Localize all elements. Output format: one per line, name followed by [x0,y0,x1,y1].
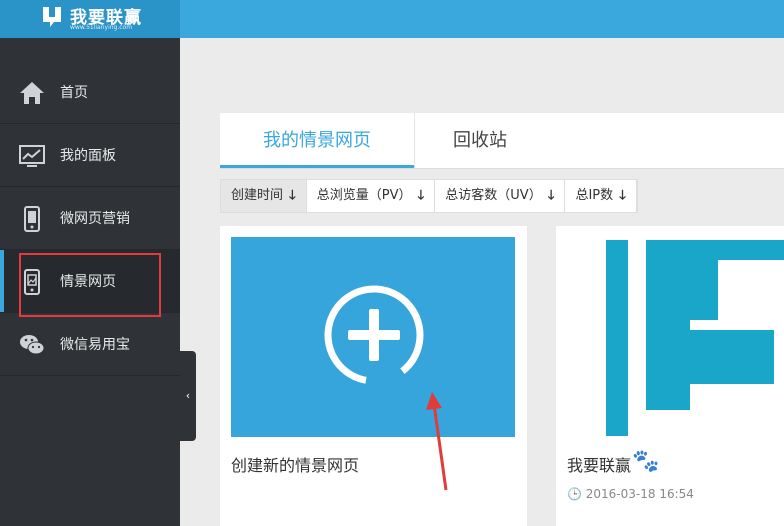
phone-icon [24,206,40,232]
create-thumbnail[interactable] [231,237,515,437]
sidebar-collapse-toggle[interactable]: ‹ [180,351,196,441]
sidebar-item-wechat-tools[interactable]: 微信易用宝 [0,313,180,376]
tab-bar: 我的情景网页 回收站 [220,113,784,169]
add-circle-icon [324,285,424,385]
annotation-highlight-box [19,253,161,317]
annotation-arrow [426,392,448,491]
sort-created-time[interactable]: 创建时间 🡓 [221,180,307,212]
sidebar-item-micro-web-marketing[interactable]: 微网页营销 [0,187,180,250]
card-title: 我要联赢 [567,456,632,475]
arrow-down-icon: 🡓 [417,188,425,203]
sidebar-item-dashboard[interactable]: 我的面板 [0,124,180,187]
arrow-down-icon: 🡓 [547,188,555,203]
arrow-down-icon: 🡓 [289,188,296,203]
clock-icon: 🕒 [567,487,586,501]
sort-label: 总IP数 [575,188,614,203]
arrow-down-icon: 🡓 [619,188,626,203]
sidebar-item-home[interactable]: 首页 [0,61,180,124]
sort-label: 总访客数（UV） [445,188,542,203]
sidebar-item-label: 我的面板 [60,148,116,164]
created-date: 2016-03-18 16:54 [585,487,694,501]
sort-label: 创建时间 [231,188,284,203]
brand-url: www.51lianying.com [70,24,133,31]
card-date: 🕒 2016-03-18 16:54 [567,487,694,501]
paw-icon: 🐾 [632,449,660,474]
logo[interactable]: 我要联赢 www.51lianying.com [0,0,180,38]
sort-total-ip[interactable]: 总IP数 🡓 [565,180,637,212]
brand-logo-icon [628,240,784,436]
brand-logo-icon [43,7,61,27]
watermark: 🐾经验 [632,443,742,483]
watermark-text: 经验 [659,449,704,474]
sort-bar: 创建时间 🡓 总浏览量（PV） 🡓 总访客数（UV） 🡓 总IP数 🡓 [220,179,638,213]
tab-recycle-bin[interactable]: 回收站 [414,113,545,168]
sort-label: 总浏览量（PV） [316,188,412,203]
wechat-icon [20,335,45,355]
create-scene-page-card[interactable]: 创建新的情景网页 [220,226,527,526]
monitor-chart-icon [19,145,45,167]
sort-total-uv[interactable]: 总访客数（UV） 🡓 [435,180,566,212]
sidebar-item-label: 微信易用宝 [60,337,130,353]
page-thumbnail[interactable] [606,240,784,436]
home-icon [20,82,44,104]
sort-total-pv[interactable]: 总浏览量（PV） 🡓 [307,180,436,212]
sidebar-item-label: 首页 [60,85,88,101]
card-title: 创建新的情景网页 [231,456,360,475]
sidebar-item-label: 微网页营销 [60,211,130,227]
tab-my-scene-pages[interactable]: 我的情景网页 [220,113,414,168]
